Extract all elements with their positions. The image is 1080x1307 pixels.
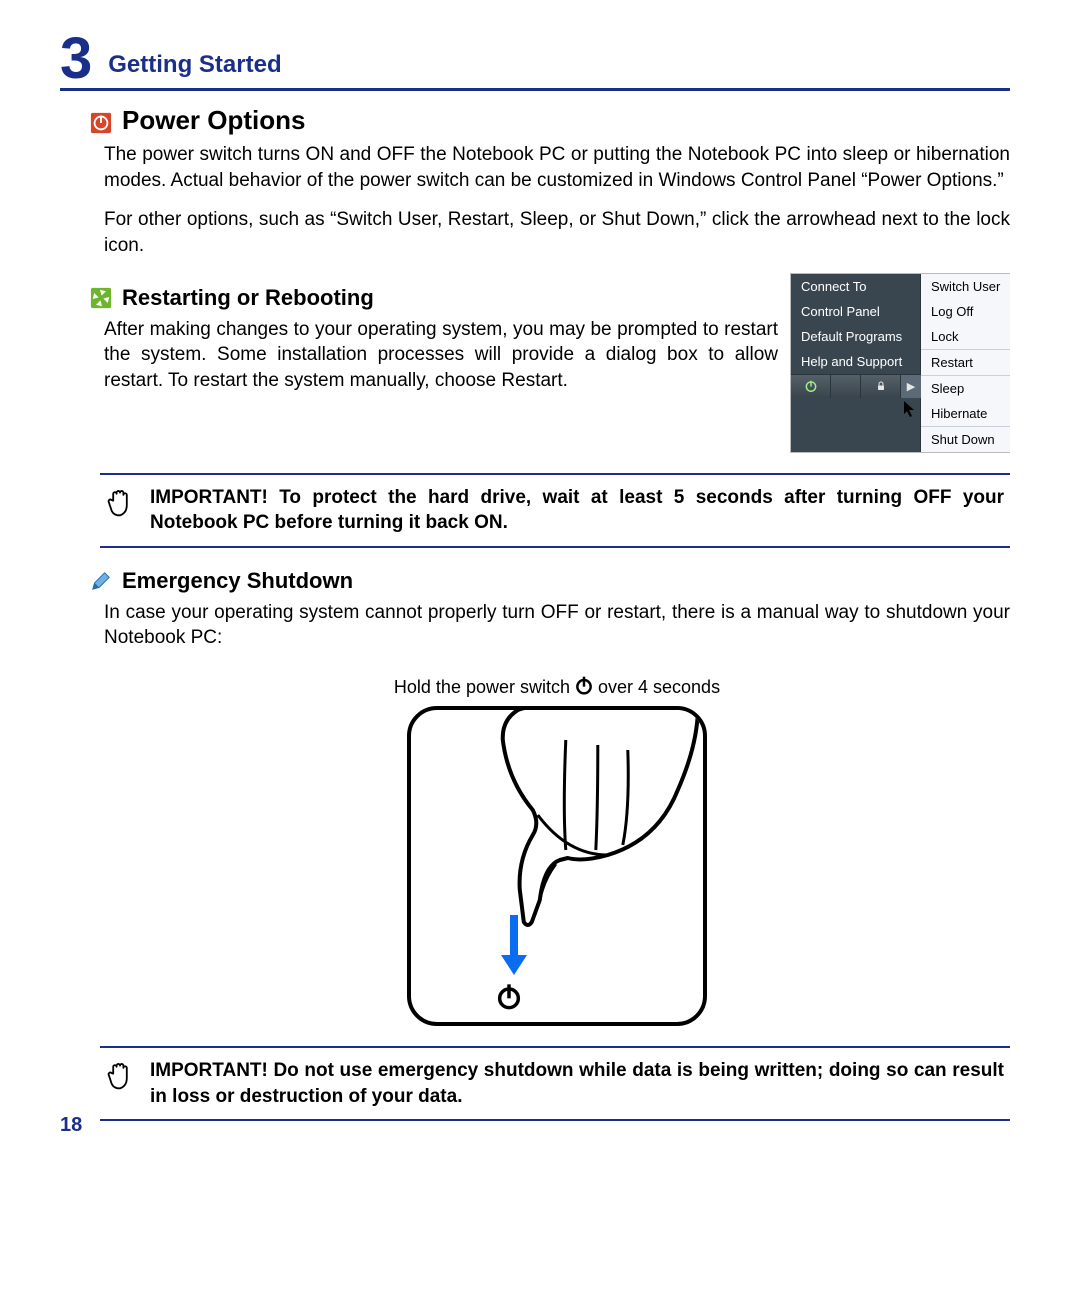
power-icon (90, 110, 112, 132)
menu-item: Restart (921, 350, 1010, 375)
section-heading-emergency: Emergency Shutdown (90, 568, 1010, 594)
heading-text: Power Options (122, 105, 305, 136)
menu-item: Connect To (791, 274, 920, 299)
menu-item: Hibernate (921, 401, 1010, 426)
hand-stop-icon (106, 1060, 136, 1109)
chapter-number: 3 (60, 30, 92, 88)
menu-item: Log Off (921, 299, 1010, 324)
restart-icon (90, 287, 112, 309)
menu-item: Switch User (921, 274, 1010, 299)
menu-item: Shut Down (921, 427, 1010, 452)
note-text: IMPORTANT! Do not use emergency shutdown… (150, 1058, 1004, 1109)
heading-text: Restarting or Rebooting (122, 285, 374, 311)
heading-text: Emergency Shutdown (122, 568, 353, 594)
figure-caption: Hold the power switch over 4 seconds (394, 675, 720, 700)
menu-item: Default Programs (791, 324, 920, 349)
page-number: 18 (60, 1114, 82, 1137)
menu-item: Sleep (921, 376, 1010, 401)
chapter-title: Getting Started (108, 51, 281, 79)
menu-item: Control Panel (791, 299, 920, 324)
body-text: After making changes to your operating s… (104, 317, 778, 394)
section-heading-restarting: Restarting or Rebooting (90, 285, 778, 311)
hand-stop-icon (106, 487, 136, 536)
menu-item: Help and Support (791, 349, 920, 374)
power-icon (574, 675, 594, 700)
body-text: The power switch turns ON and OFF the No… (104, 142, 1010, 193)
cursor-icon (903, 400, 917, 421)
arrow-right-icon: ▶ (901, 375, 921, 398)
lock-icon (861, 375, 901, 398)
menu-item: Lock (921, 324, 1010, 349)
pen-icon (90, 570, 112, 592)
chapter-header: 3 Getting Started (60, 30, 1010, 91)
power-button-icon (791, 375, 831, 398)
important-note: IMPORTANT! Do not use emergency shutdown… (100, 1046, 1010, 1121)
note-text: IMPORTANT! To protect the hard drive, wa… (150, 485, 1004, 536)
hand-press-illustration (407, 706, 707, 1026)
down-arrow-icon (499, 915, 529, 982)
important-note: IMPORTANT! To protect the hard drive, wa… (100, 473, 1010, 548)
section-heading-power-options: Power Options (90, 105, 1010, 136)
start-menu-screenshot: Connect To Control Panel Default Program… (790, 273, 1010, 453)
body-text: For other options, such as “Switch User,… (104, 207, 1010, 258)
menu-bottom-bar: ▶ (791, 374, 921, 398)
body-text: In case your operating system cannot pro… (104, 600, 1010, 651)
power-icon (495, 982, 523, 1015)
